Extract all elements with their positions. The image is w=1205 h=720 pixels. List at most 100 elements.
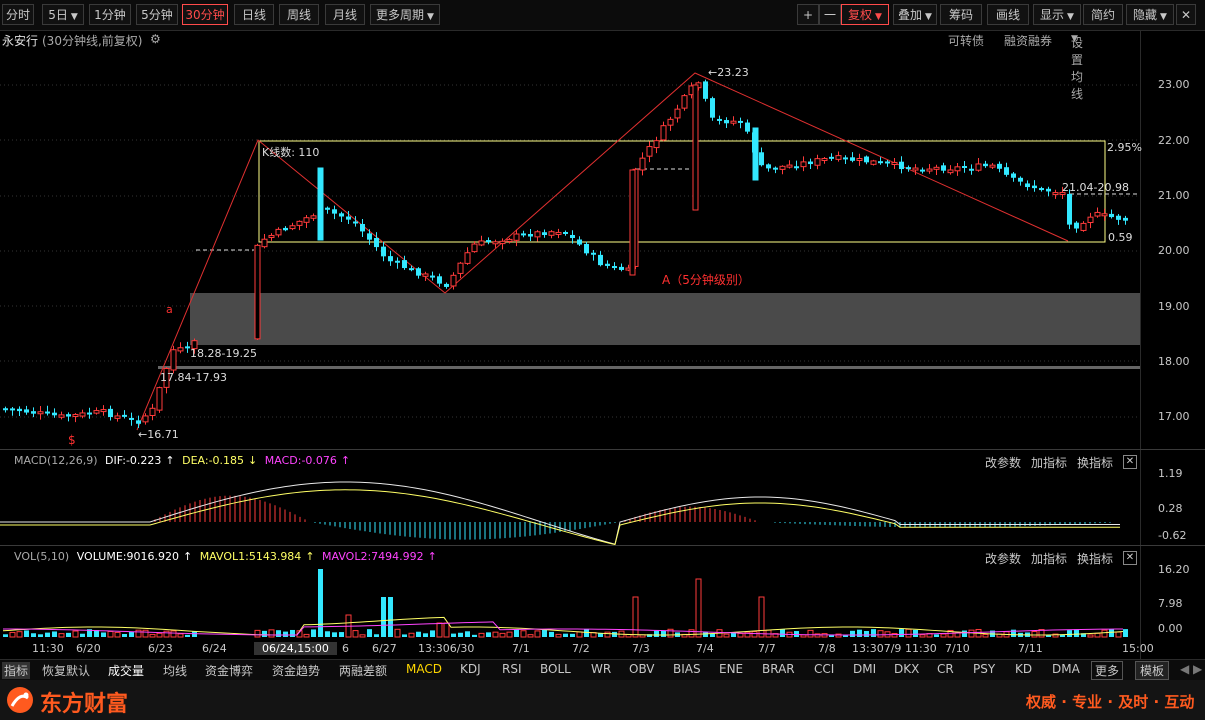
- tab-dkx[interactable]: DKX: [894, 662, 919, 676]
- candle-body: [58, 414, 65, 418]
- candle-body: [745, 122, 750, 132]
- volume-bar: [332, 632, 337, 637]
- period-tab-week[interactable]: 周线: [279, 4, 319, 25]
- tab-margin-diff[interactable]: 两融差额: [339, 662, 387, 679]
- tab-cci[interactable]: CCI: [814, 662, 834, 676]
- overlay-dropdown[interactable]: 叠加 ▼: [893, 4, 937, 25]
- tab-dmi[interactable]: DMI: [853, 662, 876, 676]
- tab-brar[interactable]: BRAR: [762, 662, 795, 676]
- candle-body: [1052, 192, 1059, 196]
- scroll-right-icon[interactable]: ▶: [1193, 662, 1202, 676]
- tab-fund-game[interactable]: 资金博弈: [205, 662, 253, 679]
- simple-button[interactable]: 简约: [1083, 4, 1123, 25]
- tab-reset[interactable]: 恢复默认: [42, 662, 90, 679]
- period-tab-day[interactable]: 日线: [234, 4, 274, 25]
- volume-bar: [899, 629, 904, 637]
- candle-body: [766, 164, 771, 169]
- tab-template[interactable]: 模板: [1135, 661, 1170, 680]
- candle-body: [332, 209, 337, 214]
- period-tab-30min[interactable]: 30分钟: [182, 4, 228, 25]
- candle-body: [24, 409, 29, 413]
- hide-dropdown[interactable]: 隐藏 ▼: [1126, 4, 1174, 25]
- tab-macd[interactable]: MACD: [406, 662, 442, 676]
- macd-add-indicator-button[interactable]: 加指标: [1031, 454, 1067, 471]
- macd-tick: 1.19: [1158, 467, 1183, 480]
- macd-change-params-button[interactable]: 改参数: [985, 454, 1021, 471]
- macd-close-icon[interactable]: ✕: [1123, 455, 1137, 469]
- zoom-in-button[interactable]: +: [797, 4, 819, 25]
- volume-bar: [80, 633, 85, 637]
- candle-body: [156, 387, 163, 411]
- tab-boll[interactable]: BOLL: [540, 662, 571, 676]
- tab-wr[interactable]: WR: [591, 662, 611, 676]
- period-tab-fenshi[interactable]: 分时: [2, 4, 34, 25]
- candle-body: [829, 156, 834, 159]
- volume-bar: [549, 631, 554, 637]
- candle-body: [724, 120, 729, 124]
- volume-bar: [325, 631, 330, 637]
- tab-cr[interactable]: CR: [937, 662, 954, 676]
- tab-dma[interactable]: DMA: [1052, 662, 1080, 676]
- tab-fund-trend[interactable]: 资金趋势: [272, 662, 320, 679]
- tab-volume[interactable]: 成交量: [108, 662, 144, 679]
- candle-body: [660, 125, 667, 141]
- tab-indicators[interactable]: 指标: [2, 662, 31, 679]
- overlay-label: 叠加: [898, 8, 923, 22]
- scroll-left-icon[interactable]: ◀: [1180, 662, 1189, 676]
- volume-bar: [486, 632, 491, 637]
- time-tick: 7/3: [632, 642, 650, 655]
- candle-body: [717, 118, 722, 121]
- draw-button[interactable]: 画线: [987, 4, 1029, 25]
- dea-line: [0, 489, 1120, 545]
- tab-kdj[interactable]: KDJ: [460, 662, 481, 676]
- volume-bar: [465, 631, 470, 637]
- candle-body: [1011, 173, 1016, 178]
- candle-body: [149, 407, 156, 417]
- volume-bar: [101, 632, 106, 637]
- tab-kd[interactable]: KD: [1015, 662, 1032, 676]
- candle-body: [629, 169, 636, 276]
- candle-body: [703, 81, 708, 99]
- volume-bar: [661, 630, 666, 637]
- macd-switch-indicator-button[interactable]: 换指标: [1077, 454, 1113, 471]
- period-tab-month[interactable]: 月线: [325, 4, 365, 25]
- candle-body: [464, 252, 471, 264]
- display-dropdown[interactable]: 显示 ▼: [1033, 4, 1081, 25]
- margin-trading-link[interactable]: 融资融券: [1004, 32, 1052, 49]
- candle-body: [444, 283, 449, 287]
- vol-close-icon[interactable]: ✕: [1123, 551, 1137, 565]
- chevron-down-icon: ▼: [875, 12, 882, 22]
- tab-bias[interactable]: BIAS: [673, 662, 701, 676]
- period-tab-5day[interactable]: 5日 ▼: [42, 4, 84, 25]
- volume-bar: [913, 629, 918, 637]
- chips-button[interactable]: 筹码: [940, 4, 982, 25]
- volume-bar: [177, 633, 184, 638]
- volume-bar: [688, 629, 695, 638]
- tab-rsi[interactable]: RSI: [502, 662, 522, 676]
- period-tab-5min[interactable]: 5分钟: [136, 4, 178, 25]
- tab-obv[interactable]: OBV: [629, 662, 655, 676]
- candle-body: [268, 234, 275, 238]
- volume-bar: [163, 630, 170, 638]
- more-periods-dropdown[interactable]: 更多周期 ▼: [370, 4, 440, 25]
- period-toolbar: 分时 5日 ▼ 1分钟 5分钟 30分钟 日线 周线 月线 更多周期 ▼ + 一 复…: [0, 0, 1205, 31]
- period-tab-1min[interactable]: 1分钟: [89, 4, 131, 25]
- close-icon[interactable]: ✕: [1176, 4, 1196, 25]
- volume-bar: [66, 632, 71, 637]
- settings-gear-icon[interactable]: ⚙: [150, 32, 161, 46]
- chevron-down-icon: ▼: [925, 12, 932, 22]
- candle-body: [254, 244, 261, 340]
- volume-bar: [800, 634, 807, 638]
- tab-psy[interactable]: PSY: [973, 662, 995, 676]
- tab-more[interactable]: 更多: [1091, 661, 1124, 680]
- adjust-dropdown[interactable]: 复权 ▼: [841, 4, 889, 25]
- kline-chart[interactable]: [0, 50, 1140, 448]
- convertible-bond-link[interactable]: 可转债: [948, 32, 984, 49]
- tab-ma[interactable]: 均线: [163, 662, 187, 679]
- tab-ene[interactable]: ENE: [719, 662, 743, 676]
- volume-bar: [3, 634, 8, 637]
- candle-body: [975, 163, 982, 171]
- candle-body: [1046, 188, 1051, 192]
- zoom-out-button[interactable]: 一: [819, 4, 841, 25]
- time-tick: 6/20: [76, 642, 101, 655]
